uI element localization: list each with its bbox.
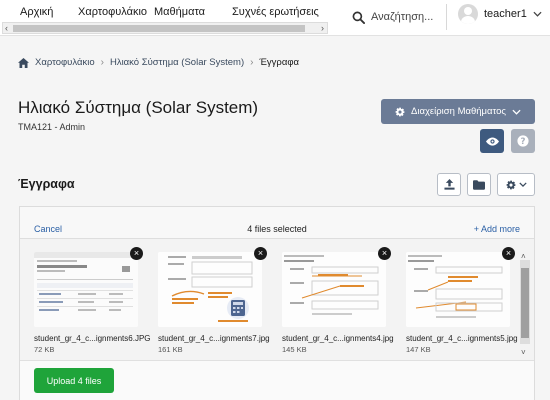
scroll-left-icon[interactable]: ‹	[5, 23, 8, 33]
nav-link-home[interactable]: Αρχική	[20, 6, 53, 18]
file-name: student_gr_4_c...ignments5.jpg	[406, 334, 518, 343]
preview-button[interactable]	[480, 129, 504, 153]
eye-icon	[485, 136, 499, 146]
breadcrumb-item-portfolio[interactable]: Χαρτοφυλάκιο	[35, 57, 95, 68]
gear-icon	[395, 107, 405, 116]
nav-link-portfolio[interactable]: Χαρτοφυλάκιο	[78, 6, 147, 18]
scrollbar-track[interactable]	[520, 260, 530, 344]
scroll-right-icon[interactable]: ›	[321, 23, 324, 33]
file-size: 72 KB	[34, 345, 55, 354]
search-button[interactable]: Αναζήτηση...	[352, 6, 433, 28]
file-size: 147 KB	[406, 345, 431, 354]
file-name: student_gr_4_c...ignments7.jpg	[158, 334, 270, 343]
close-icon[interactable]: ×	[130, 247, 143, 260]
top-navigation: Αρχική Χαρτοφυλάκιο Μαθήματα Συχνές ερωτ…	[0, 0, 550, 36]
chevron-down-icon	[512, 109, 521, 115]
add-more-button[interactable]: + Add more	[474, 224, 520, 234]
upload-button[interactable]	[437, 173, 461, 196]
file-thumbnail	[34, 252, 138, 327]
close-icon[interactable]: ×	[254, 247, 267, 260]
file-thumbnail	[158, 252, 262, 327]
section-title: Έγγραφα	[18, 177, 75, 191]
file-uploader: 4 files selected Cancel + Add more × stu…	[19, 206, 535, 400]
user-menu[interactable]: teacher1	[458, 4, 542, 24]
breadcrumb-item-current: Έγγραφα	[259, 57, 299, 68]
file-size: 161 KB	[158, 345, 183, 354]
nav-link-faq[interactable]: Συχνές ερωτήσεις	[232, 6, 319, 18]
folder-icon	[473, 179, 485, 190]
file-list: × student_gr_4_c...ignments6.JPG 72 KB ×…	[20, 240, 522, 360]
manage-course-label: Διαχείριση Μαθήματος	[411, 106, 506, 117]
avatar	[458, 4, 478, 24]
file-name: student_gr_4_c...ignments6.JPG	[34, 334, 151, 343]
course-code: TMA121 - Admin	[18, 122, 86, 132]
files-selected-status: 4 files selected	[247, 224, 307, 234]
scroll-down-icon[interactable]: ˅	[521, 348, 526, 357]
divider	[446, 4, 447, 30]
help-icon: ?	[517, 135, 529, 147]
cancel-button[interactable]: Cancel	[34, 224, 62, 234]
new-folder-button[interactable]	[467, 173, 491, 196]
search-icon	[352, 11, 365, 24]
page-title: Ηλιακό Σύστημα (Solar System)	[18, 98, 259, 117]
search-label: Αναζήτηση...	[371, 11, 434, 23]
chevron-down-icon	[518, 182, 527, 187]
breadcrumb: Χαρτοφυλάκιο › Ηλιακό Σύστημα (Solar Sys…	[18, 57, 299, 68]
uploader-header: 4 files selected Cancel + Add more	[20, 207, 534, 239]
file-size: 145 KB	[282, 345, 307, 354]
breadcrumb-item-course[interactable]: Ηλιακό Σύστημα (Solar System)	[110, 57, 244, 68]
svg-text:?: ?	[521, 137, 526, 147]
scrollbar-thumb[interactable]	[13, 25, 305, 32]
uploader-footer: Upload 4 files	[20, 360, 534, 400]
horizontal-scrollbar[interactable]: ‹ ›	[2, 22, 328, 34]
upload-files-button[interactable]: Upload 4 files	[34, 368, 114, 393]
upload-icon	[443, 179, 455, 190]
settings-menu-button[interactable]	[497, 173, 535, 196]
gear-icon	[506, 180, 515, 189]
help-button[interactable]: ?	[511, 129, 535, 153]
manage-course-button[interactable]: Διαχείριση Μαθήματος	[381, 99, 535, 124]
close-icon[interactable]: ×	[502, 247, 515, 260]
file-thumbnail	[282, 252, 386, 327]
user-name: teacher1	[484, 8, 527, 20]
chevron-down-icon	[533, 11, 542, 17]
breadcrumb-separator: ›	[250, 57, 254, 68]
file-thumbnail	[406, 252, 510, 327]
scrollbar-thumb[interactable]	[521, 268, 529, 338]
breadcrumb-separator: ›	[100, 57, 104, 68]
nav-link-courses[interactable]: Μαθήματα	[154, 6, 205, 18]
close-icon[interactable]: ×	[378, 247, 391, 260]
file-list-scrollbar[interactable]: ˄ ˅	[520, 252, 530, 364]
file-name: student_gr_4_c...ignments4.jpg	[282, 334, 394, 343]
home-icon[interactable]	[18, 57, 29, 68]
